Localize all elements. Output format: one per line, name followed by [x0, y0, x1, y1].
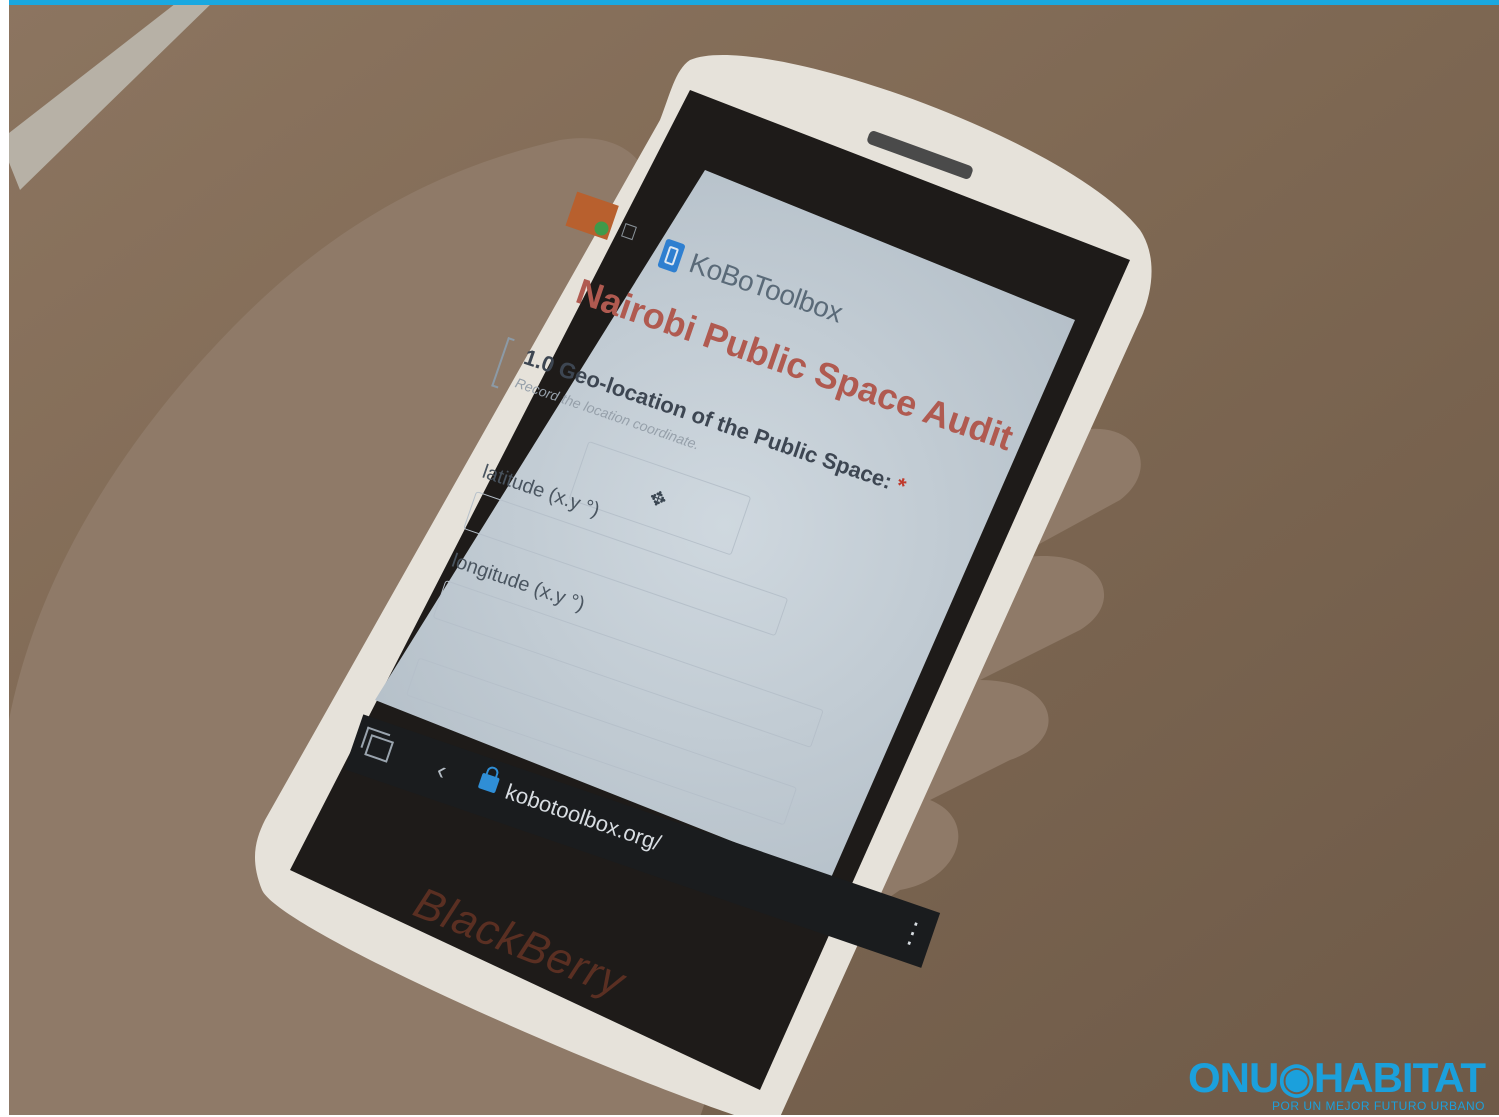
watermark-tagline: POR UN MEJOR FUTURO URBANO: [1271, 1099, 1485, 1113]
tabs-icon[interactable]: [364, 734, 395, 763]
check-icon: [592, 219, 611, 238]
app-thumbnail[interactable]: [565, 191, 619, 240]
url-field[interactable]: kobotoolbox.org/: [502, 779, 670, 859]
required-marker: *: [892, 472, 910, 499]
top-accent-bar: [0, 0, 1499, 5]
left-border: [0, 0, 9, 1117]
crosshair-icon: ✥: [646, 486, 670, 513]
kobo-logo-icon: [657, 238, 686, 274]
watermark-logo-text: ONU◉HABITAT: [1187, 1054, 1486, 1101]
page-icon[interactable]: [621, 223, 637, 241]
photo-scene: KoBoToolbox Nairobi Public Space Audit 1…: [0, 0, 1499, 1117]
overflow-menu-icon[interactable]: · · ·: [900, 906, 925, 957]
lock-icon: [477, 772, 500, 794]
onu-habitat-watermark: ONU◉HABITAT POR UN MEJOR FUTURO URBANO: [1187, 1054, 1486, 1114]
back-icon[interactable]: ‹: [433, 754, 451, 786]
